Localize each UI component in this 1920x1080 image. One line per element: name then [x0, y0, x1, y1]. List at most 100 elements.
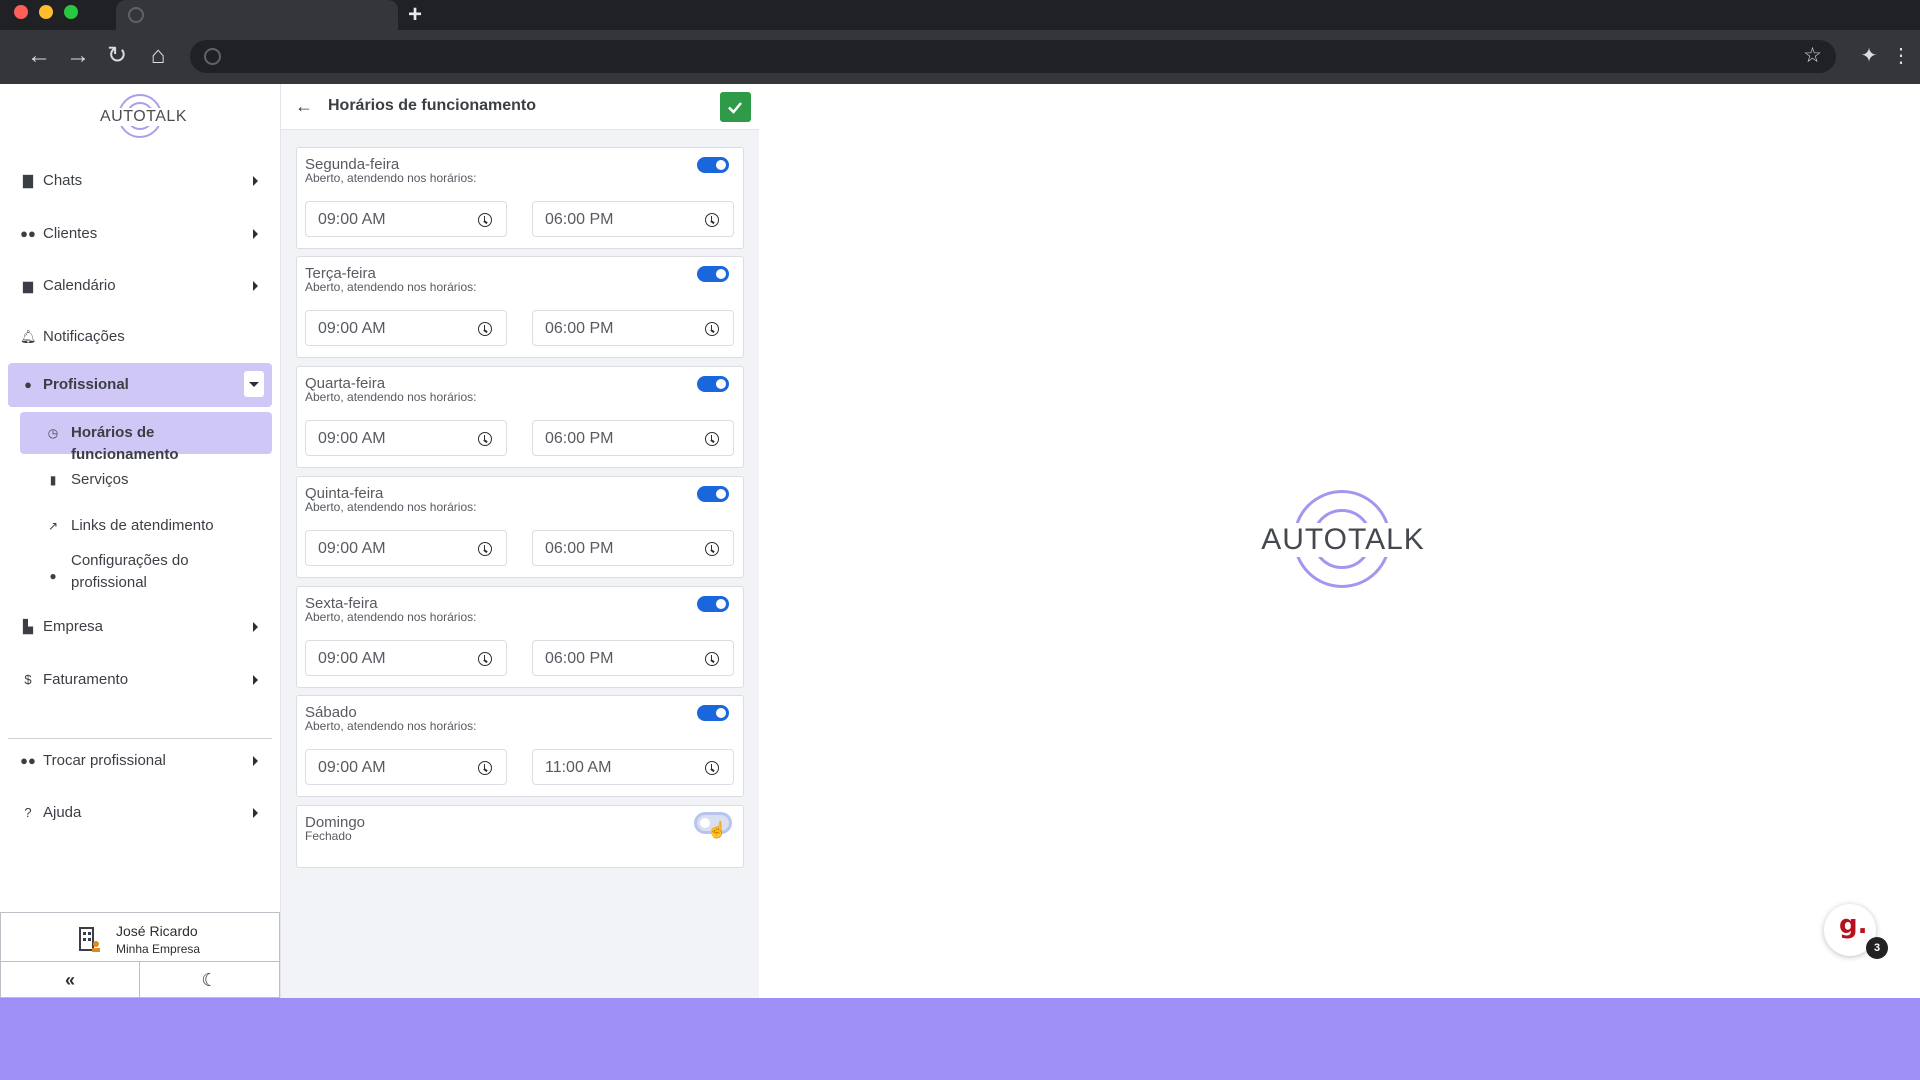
- start-time-input[interactable]: 09:00 AM: [305, 640, 507, 676]
- end-time-value: 06:00 PM: [545, 430, 614, 447]
- day-open-toggle[interactable]: [697, 596, 729, 612]
- user-company: Minha Empresa: [116, 942, 201, 956]
- end-time-value: 06:00 PM: [545, 320, 614, 337]
- external-link-icon: ↗: [47, 519, 59, 533]
- chevron-right-icon: [253, 229, 258, 239]
- extensions-icon[interactable]: ✦: [1856, 43, 1882, 69]
- day-open-toggle[interactable]: [697, 376, 729, 392]
- back-icon[interactable]: ←: [26, 43, 52, 69]
- clock-icon: [478, 432, 492, 446]
- main-content: AUTOTALK: [759, 84, 1920, 998]
- sidebar-item-notificacoes[interactable]: 🔔︎ Notificações: [8, 315, 272, 359]
- globe-icon: [128, 7, 144, 23]
- sidebar-item-clientes[interactable]: ●● Clientes: [8, 212, 272, 256]
- notification-badge: 3: [1866, 937, 1888, 959]
- day-status: Aberto, atendendo nos horários:: [305, 171, 477, 185]
- user-box: José Ricardo Minha Empresa « ☾: [0, 912, 280, 999]
- sidebar-subitem-links[interactable]: ↗ Links de atendimento: [20, 505, 272, 547]
- dark-mode-moon-icon[interactable]: ☾: [140, 962, 279, 999]
- sidebar-item-label: Ajuda: [43, 804, 82, 821]
- start-time-value: 09:00 AM: [318, 540, 386, 557]
- day-card-domingo: Domingo Fechado ☝: [296, 805, 744, 868]
- address-bar[interactable]: ☆: [190, 40, 1836, 73]
- end-time-value: 11:00 AM: [545, 759, 612, 776]
- bookmark-star-icon[interactable]: ☆: [1803, 43, 1822, 68]
- chevron-right-icon: [253, 622, 258, 632]
- save-button[interactable]: [720, 92, 751, 122]
- sidebar: AUTOTALK ▇ Chats ●● Clientes ▆ Calendári…: [0, 84, 281, 999]
- end-time-input[interactable]: 11:00 AM: [532, 749, 734, 785]
- end-time-input[interactable]: 06:00 PM: [532, 530, 734, 566]
- sidebar-item-faturamento[interactable]: $ Faturamento: [8, 658, 272, 702]
- page-title: Horários de funcionamento: [328, 97, 537, 114]
- logo-text: AUTOTALK: [1255, 523, 1431, 557]
- forward-icon[interactable]: →: [65, 43, 91, 69]
- day-status: Aberto, atendendo nos horários:: [305, 500, 477, 514]
- minimize-window-button[interactable]: [39, 5, 53, 19]
- user-name: José Ricardo: [116, 923, 198, 939]
- close-window-button[interactable]: [14, 5, 28, 19]
- clock-icon: ◷: [47, 426, 59, 440]
- new-tab-button[interactable]: +: [408, 2, 422, 28]
- sidebar-subitem-horarios[interactable]: ◷ Horários de funcionamento: [20, 412, 272, 463]
- day-open-toggle[interactable]: [697, 486, 729, 502]
- chat-widget-logo: g.: [1839, 910, 1868, 940]
- end-time-input[interactable]: 06:00 PM: [532, 310, 734, 346]
- sidebar-item-label: Calendário: [43, 277, 116, 294]
- chat-icon: ▇: [23, 173, 33, 188]
- clock-icon: [705, 213, 719, 227]
- end-time-value: 06:00 PM: [545, 211, 614, 228]
- sidebar-subitem-label: Links de atendimento: [71, 517, 214, 534]
- sidebar-subitem-configuracoes[interactable]: ● Configurações do profissional: [20, 550, 272, 606]
- day-open-toggle[interactable]: [697, 705, 729, 721]
- day-open-toggle[interactable]: [697, 157, 729, 173]
- sidebar-item-calendario[interactable]: ▆ Calendário: [8, 264, 272, 308]
- sidebar-item-empresa[interactable]: ▙ Empresa: [8, 605, 272, 649]
- logo-text: AUTOTALK: [100, 108, 187, 126]
- start-time-input[interactable]: 09:00 AM: [305, 749, 507, 785]
- back-arrow-icon[interactable]: ←: [295, 96, 313, 117]
- day-card-segunda: Segunda-feira Aberto, atendendo nos horá…: [296, 147, 744, 249]
- chevron-down-icon[interactable]: [244, 371, 264, 397]
- sidebar-item-chats[interactable]: ▇ Chats: [8, 159, 272, 203]
- sidebar-item-label: Empresa: [43, 618, 104, 635]
- start-time-input[interactable]: 09:00 AM: [305, 420, 507, 456]
- start-time-input[interactable]: 09:00 AM: [305, 310, 507, 346]
- chevron-right-icon: [253, 675, 258, 685]
- reload-icon[interactable]: ↻: [104, 43, 130, 69]
- end-time-input[interactable]: 06:00 PM: [532, 640, 734, 676]
- user-actions: « ☾: [1, 961, 279, 999]
- users-swap-icon: ●●: [20, 753, 36, 768]
- day-open-toggle[interactable]: [697, 266, 729, 282]
- end-time-input[interactable]: 06:00 PM: [532, 201, 734, 237]
- bottom-background-band: [0, 998, 1920, 1080]
- start-time-input[interactable]: 09:00 AM: [305, 201, 507, 237]
- collapse-sidebar-button[interactable]: «: [1, 962, 140, 999]
- sidebar-subitem-servicos[interactable]: ▮ Serviços: [20, 459, 272, 501]
- browser-menu-icon[interactable]: ⋮: [1888, 43, 1914, 69]
- sidebar-item-trocar-profissional[interactable]: ●● Trocar profissional: [8, 739, 272, 783]
- start-time-input[interactable]: 09:00 AM: [305, 530, 507, 566]
- clock-icon: [478, 322, 492, 336]
- users-icon: ●●: [20, 226, 36, 241]
- clock-icon: [705, 542, 719, 556]
- clock-icon: [478, 652, 492, 666]
- sidebar-item-ajuda[interactable]: ? Ajuda: [8, 791, 272, 835]
- app: AUTOTALK ▇ Chats ●● Clientes ▆ Calendári…: [0, 84, 1920, 999]
- sidebar-item-profissional[interactable]: ● Profissional: [8, 363, 272, 407]
- browser-tab[interactable]: [116, 0, 398, 30]
- browser-toolbar: ← → ↻ ⌂ ☆ ✦ ⋮: [0, 30, 1920, 84]
- autotalk-logo: AUTOTALK: [100, 92, 187, 140]
- start-time-value: 09:00 AM: [318, 759, 386, 776]
- clock-icon: [705, 322, 719, 336]
- end-time-value: 06:00 PM: [545, 650, 614, 667]
- day-card-terca: Terça-feira Aberto, atendendo nos horári…: [296, 256, 744, 358]
- end-time-input[interactable]: 06:00 PM: [532, 420, 734, 456]
- building-user-icon: [79, 927, 100, 952]
- schedule-panel: ← Horários de funcionamento Segunda-feir…: [281, 84, 759, 998]
- home-icon[interactable]: ⌂: [145, 43, 171, 69]
- globe-icon: [204, 48, 221, 65]
- maximize-window-button[interactable]: [64, 5, 78, 19]
- autotalk-logo-large: AUTOTALK: [1255, 490, 1431, 590]
- chevron-right-icon: [253, 176, 258, 186]
